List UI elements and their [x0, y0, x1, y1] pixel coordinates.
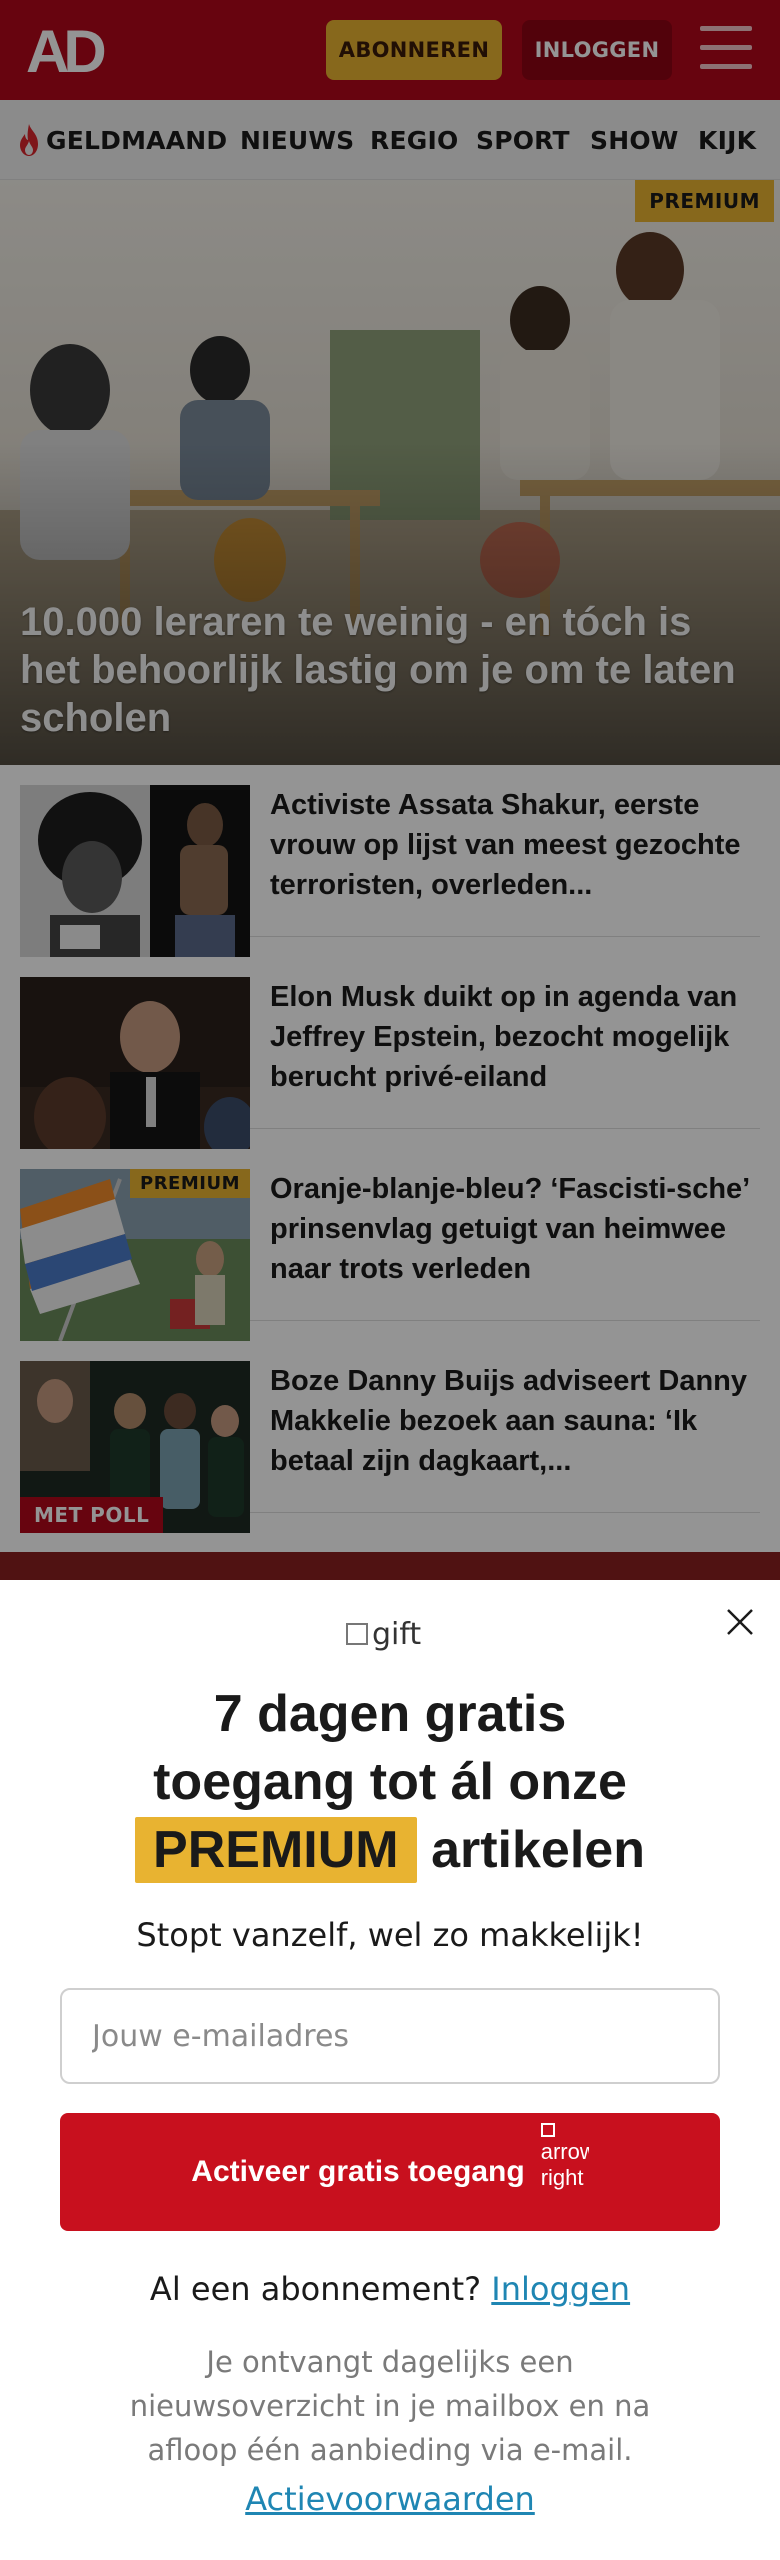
- activate-free-access-button[interactable]: Activeer gratis toegang arrow right: [60, 2113, 720, 2231]
- gift-icon: gift: [346, 1612, 421, 1656]
- cta-label: Activeer gratis toegang: [191, 2155, 525, 2188]
- terms-link[interactable]: Actievoorwaarden: [0, 2480, 780, 2518]
- login-prompt: Al een abonnement? Inloggen: [0, 2270, 780, 2308]
- login-prompt-text: Al een abonnement?: [149, 2270, 482, 2308]
- title-line: toegang tot ál onze: [153, 1753, 627, 1811]
- gift-alt-text: gift: [372, 1616, 422, 1652]
- close-icon[interactable]: [722, 1604, 758, 1640]
- arrow-alt-text: arrow right: [540, 2139, 589, 2190]
- modal-subtitle: Stopt vanzelf, wel zo makkelijk!: [136, 1916, 644, 1954]
- login-link[interactable]: Inloggen: [491, 2270, 630, 2308]
- premium-label: PREMIUM: [135, 1817, 417, 1883]
- info-text: Je ontvangt dagelijks een nieuwsoverzich…: [129, 2345, 651, 2467]
- arrow-right-icon: arrow right: [540, 2123, 589, 2221]
- modal-title: 7 dagen gratis toegang tot ál onze PREMI…: [60, 1680, 720, 1884]
- title-line: PREMIUM artikelen: [60, 1816, 720, 1884]
- premium-trial-modal: gift 7 dagen gratis toegang tot ál onze …: [0, 1580, 780, 2560]
- title-line-rest: artikelen: [431, 1821, 645, 1879]
- modal-backdrop[interactable]: [0, 0, 780, 1580]
- title-line: 7 dagen gratis: [213, 1685, 567, 1743]
- email-field[interactable]: [60, 1988, 720, 2084]
